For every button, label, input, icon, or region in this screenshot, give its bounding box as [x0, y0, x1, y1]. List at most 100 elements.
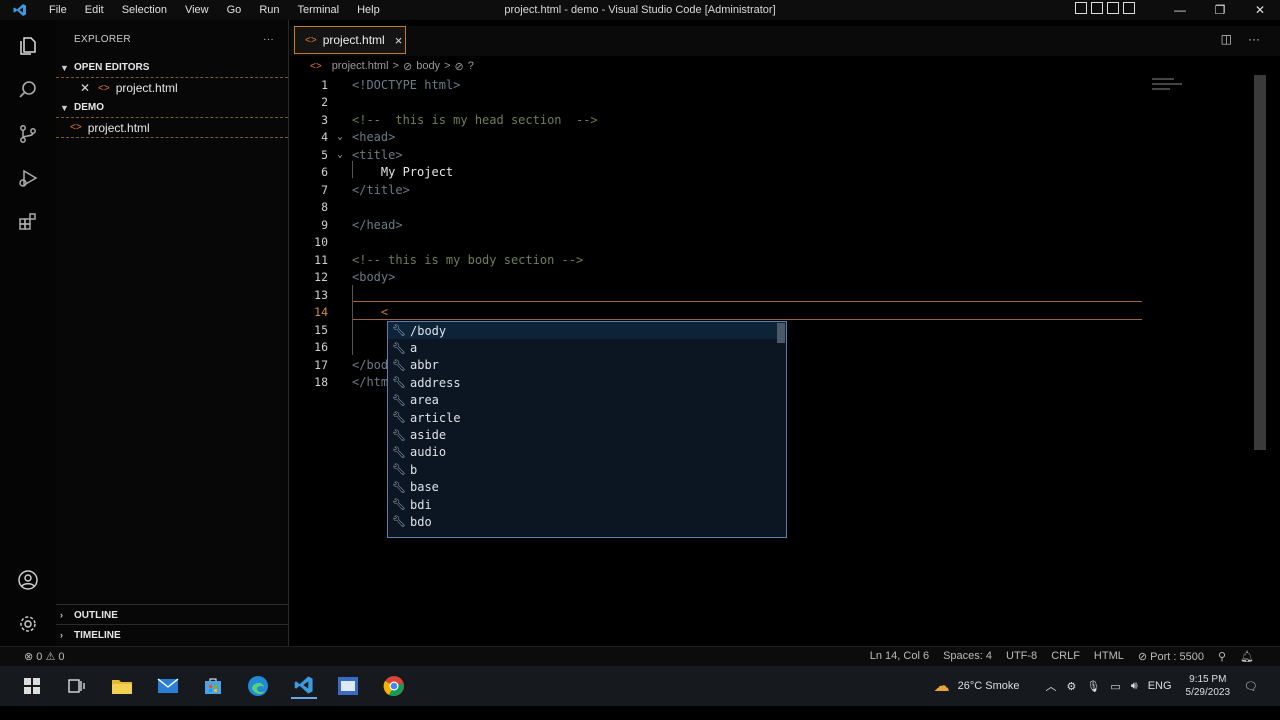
menu-selection[interactable]: Selection	[113, 4, 176, 16]
toggle-primary-sidebar-icon[interactable]	[1075, 2, 1087, 14]
code-line[interactable]: 14 <	[290, 304, 1150, 322]
code-line[interactable]: 7 </title>	[290, 181, 1150, 199]
open-editor-item[interactable]: ✕ <> project.html	[56, 78, 288, 98]
suggestion-item[interactable]: 🔧︎ address	[388, 374, 786, 391]
code-line[interactable]: 10	[290, 234, 1150, 252]
outline-section[interactable]: › OUTLINE	[56, 604, 289, 625]
suggestion-item[interactable]: 🔧︎ aside	[388, 426, 786, 443]
app-window-icon[interactable]	[335, 673, 361, 699]
end-of-line[interactable]: CRLF	[1051, 650, 1080, 663]
tray-app-icon[interactable]: ⚙	[1067, 680, 1077, 693]
accounts-icon[interactable]	[16, 568, 40, 592]
more-actions-icon[interactable]: ···	[1248, 32, 1260, 46]
notification-center-icon[interactable]: 🗨︎	[1244, 680, 1258, 693]
suggestion-item[interactable]: 🔧︎ article	[388, 409, 786, 426]
windows-start-icon[interactable]	[19, 673, 45, 699]
toggle-panel-icon[interactable]	[1091, 2, 1103, 14]
source-control-icon[interactable]	[16, 122, 40, 146]
file-explorer-icon[interactable]	[109, 673, 135, 699]
suggest-scrollbar[interactable]	[777, 323, 785, 343]
minimize-button[interactable]: —	[1160, 3, 1200, 17]
demo-folder-section[interactable]: ▼ DEMO	[56, 98, 288, 118]
code-line[interactable]: 5 ⌄ <title>	[290, 146, 1150, 164]
code-line[interactable]: 8	[290, 199, 1150, 217]
breadcrumb-file[interactable]: project.html	[332, 60, 389, 72]
code-line[interactable]: 4 ⌄ <head>	[290, 129, 1150, 147]
store-icon[interactable]	[200, 673, 226, 699]
suggestion-item[interactable]: 🔧︎ abbr	[388, 357, 786, 374]
open-editors-section[interactable]: ▼ OPEN EDITORS	[56, 58, 288, 78]
menu-go[interactable]: Go	[218, 4, 251, 16]
toggle-secondary-sidebar-icon[interactable]	[1107, 2, 1119, 14]
close-window-button[interactable]: ✕	[1240, 3, 1280, 17]
weather-icon[interactable]: ☁	[934, 676, 950, 696]
extensions-icon[interactable]	[16, 210, 40, 234]
code-line[interactable]: 12 <body>	[290, 269, 1150, 287]
explorer-more-actions-icon[interactable]: ···	[263, 34, 274, 45]
suggestion-item[interactable]: 🔧︎ bdo	[388, 513, 786, 530]
chrome-browser-icon[interactable]	[381, 673, 407, 699]
problems-indicator[interactable]: ⊗ 0 ⚠ 0	[24, 650, 64, 663]
code-line[interactable]: 2	[290, 94, 1150, 112]
customize-layout-icon[interactable]	[1123, 2, 1135, 14]
fold-chevron-icon[interactable]: ⌄	[328, 150, 352, 160]
live-server-port[interactable]: ⊘ Port : 5500	[1138, 650, 1204, 663]
vscode-taskbar-icon[interactable]	[291, 673, 317, 699]
code-line[interactable]: 3 <!-- this is my head section -->	[290, 111, 1150, 129]
task-view-icon[interactable]	[63, 673, 89, 699]
split-editor-icon[interactable]: ◫	[1221, 32, 1232, 46]
suggestion-item[interactable]: 🔧︎ area	[388, 392, 786, 409]
suggestion-item[interactable]: 🔧︎ audio	[388, 444, 786, 461]
code-text: </head>	[352, 217, 403, 232]
encoding[interactable]: UTF-8	[1006, 650, 1037, 663]
edge-browser-icon[interactable]	[245, 673, 271, 699]
suggestion-item[interactable]: 🔧︎ base	[388, 479, 786, 496]
search-icon[interactable]	[16, 78, 40, 102]
network-icon[interactable]: ▭	[1110, 680, 1120, 693]
menu-terminal[interactable]: Terminal	[289, 4, 349, 16]
code-line[interactable]: 13	[290, 286, 1150, 304]
microphone-icon[interactable]: 🎙︎	[1086, 680, 1100, 693]
html-file-icon: <>	[305, 34, 317, 46]
suggestion-item[interactable]: 🔧︎ bdi	[388, 496, 786, 513]
suggestion-item[interactable]: 🔧︎ /body	[388, 322, 786, 340]
clock[interactable]: 9:15 PM 5/29/2023	[1186, 673, 1231, 699]
editor-scrollbar[interactable]	[1254, 75, 1266, 450]
indentation[interactable]: Spaces: 4	[943, 650, 992, 663]
tab-project-html[interactable]: <> project.html ×	[294, 26, 406, 54]
weather-text[interactable]: 26°C Smoke	[958, 680, 1020, 692]
code-line[interactable]: 11 <!-- this is my body section -->	[290, 251, 1150, 269]
timeline-section[interactable]: › TIMELINE	[56, 624, 289, 645]
language-mode[interactable]: HTML	[1094, 650, 1124, 663]
feedback-icon[interactable]: ⚲	[1218, 650, 1226, 663]
property-wrench-icon: 🔧︎	[392, 515, 406, 529]
code-line[interactable]: 1 <!DOCTYPE html>	[290, 76, 1150, 94]
suggestion-item[interactable]: 🔧︎ a	[388, 339, 786, 356]
show-hidden-icons-icon[interactable]: ︿	[1046, 678, 1057, 694]
code-line[interactable]: 9 </head>	[290, 216, 1150, 234]
menu-view[interactable]: View	[176, 4, 218, 16]
input-language[interactable]: ENG	[1148, 680, 1172, 692]
run-debug-icon[interactable]	[16, 166, 40, 190]
code-text: </htm	[352, 375, 389, 390]
minimap[interactable]	[1150, 75, 1254, 101]
manage-gear-icon[interactable]	[16, 612, 40, 636]
menu-edit[interactable]: Edit	[76, 4, 113, 16]
suggestion-item[interactable]: 🔧︎ b	[388, 461, 786, 478]
restore-button[interactable]: ❐	[1200, 3, 1240, 17]
menu-run[interactable]: Run	[250, 4, 288, 16]
menu-help[interactable]: Help	[348, 4, 389, 16]
menu-file[interactable]: File	[40, 4, 76, 16]
notifications-bell-icon[interactable]: 🔔︎	[1240, 650, 1254, 663]
file-tree-item[interactable]: <> project.html	[56, 118, 288, 138]
fold-chevron-icon[interactable]: ⌄	[328, 132, 352, 142]
close-editor-icon[interactable]: ✕	[80, 81, 98, 95]
volume-icon[interactable]: 🔊︎	[1131, 680, 1138, 693]
explorer-icon[interactable]	[16, 34, 40, 58]
mail-icon[interactable]	[155, 673, 181, 699]
cursor-position[interactable]: Ln 14, Col 6	[870, 650, 929, 663]
code-line[interactable]: 6 My Project	[290, 164, 1150, 182]
breadcrumb-body[interactable]: body	[416, 60, 440, 72]
breadcrumb-unknown[interactable]: ?	[468, 60, 474, 72]
close-tab-icon[interactable]: ×	[395, 33, 403, 48]
